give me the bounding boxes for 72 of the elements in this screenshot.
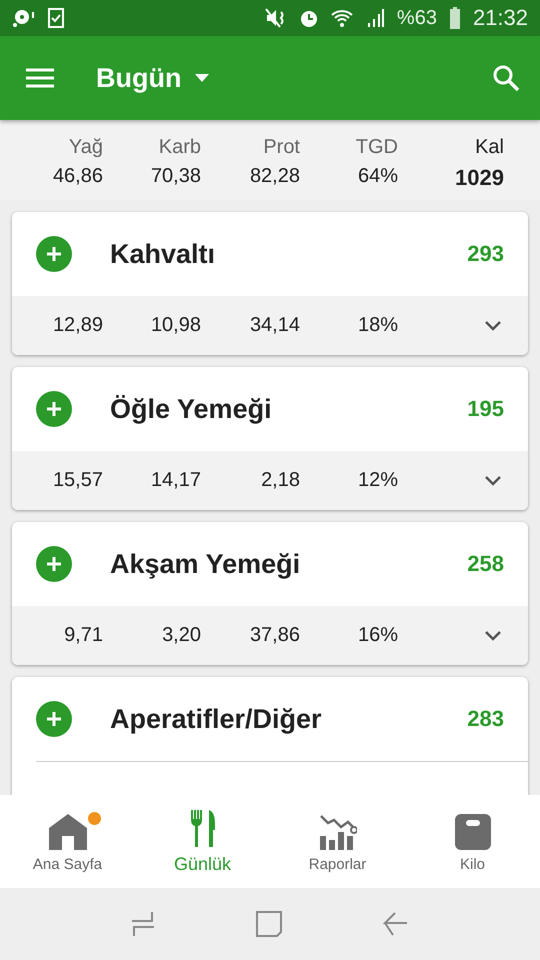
meal-calories: 283 <box>467 706 504 732</box>
wifi-icon <box>330 8 355 28</box>
nutrient-total: 46,86 <box>52 165 103 189</box>
clock: 21:32 <box>472 5 528 31</box>
meal-nutrient-value: 15,57 <box>52 469 103 492</box>
home-button[interactable] <box>256 911 282 937</box>
battery-icon <box>448 7 461 29</box>
recents-button[interactable] <box>130 911 155 937</box>
meal-nutrient-value: 12,89 <box>52 314 103 337</box>
nutrient-total: 82,28 <box>250 165 300 189</box>
meal-nutrient-value: 3,20 <box>162 624 201 647</box>
add-food-button[interactable] <box>36 391 72 427</box>
plus-icon <box>46 556 62 572</box>
dropdown-arrow-icon <box>195 74 210 82</box>
nutrient-total: 70,38 <box>150 165 201 189</box>
search-icon <box>492 64 520 92</box>
plus-icon <box>46 246 62 262</box>
nutrient-label: Yağ <box>68 136 103 159</box>
chart-icon <box>318 814 356 850</box>
meal-nutrient-value: 12% <box>358 469 398 492</box>
scale-icon <box>454 814 490 850</box>
calorie-total: 1029 <box>455 165 504 191</box>
meal-nutrient-value: 9,71 <box>64 624 103 647</box>
nav-tab[interactable]: Raporlar <box>270 795 405 888</box>
meal-calories: 195 <box>467 396 504 422</box>
meal-title: Aperatifler/Diğer <box>110 704 323 734</box>
meal-calories: 293 <box>467 241 504 267</box>
plus-icon <box>46 401 62 417</box>
nutrient-label: TGD <box>356 136 398 159</box>
clipboard-check-icon <box>48 8 64 28</box>
meal-nutrient-value: 18% <box>358 314 398 337</box>
battery-percent: %63 <box>396 6 437 30</box>
chevron-icon <box>484 630 502 641</box>
meal-nutrient-value: 37,86 <box>250 624 300 647</box>
nutrient-total: 64% <box>358 165 398 189</box>
nav-tab[interactable]: Günlük <box>135 795 270 888</box>
nav-tab[interactable]: Kilo <box>405 795 540 888</box>
fork-knife-icon <box>190 810 216 848</box>
meal-nutrient-value: 10,98 <box>150 314 201 337</box>
expand-button[interactable] <box>484 630 502 641</box>
add-food-button[interactable] <box>36 546 72 582</box>
nutrient-label: Prot <box>263 136 300 159</box>
meal-nutrient-value: 14,17 <box>150 469 201 492</box>
meal-title: Kahvaltı <box>110 238 216 270</box>
menu-icon <box>26 68 54 88</box>
search-button[interactable] <box>492 64 520 92</box>
alarm-icon <box>298 8 319 28</box>
expand-button[interactable] <box>484 320 502 331</box>
recents-icon <box>130 911 155 937</box>
signal-icon <box>366 8 385 28</box>
date-dropdown[interactable]: Bugün <box>96 62 210 94</box>
nutrient-label: Karb <box>158 136 201 159</box>
meal-nutrient-value: 2,18 <box>261 469 300 492</box>
meal-title: Akşam Yemeği <box>110 548 302 580</box>
expand-button[interactable] <box>484 475 502 486</box>
chevron-icon <box>484 475 502 486</box>
meal-nutrient-value: 34,14 <box>250 314 300 337</box>
meal-calories: 258 <box>467 551 504 577</box>
back-button[interactable] <box>383 911 410 937</box>
house-icon <box>48 814 86 850</box>
add-food-button[interactable] <box>36 701 72 737</box>
notification-icon <box>12 8 36 28</box>
add-food-button[interactable] <box>36 236 72 272</box>
calorie-label: Kal <box>475 136 504 159</box>
chevron-icon <box>484 320 502 331</box>
home-square-icon <box>256 911 282 937</box>
meal-title: Öğle Yemeği <box>110 394 273 424</box>
meal-nutrient-value: 16% <box>358 624 398 647</box>
nav-tab[interactable]: Ana Sayfa <box>0 795 135 888</box>
menu-button[interactable] <box>26 68 54 88</box>
back-icon <box>383 911 410 937</box>
plus-icon <box>46 711 62 727</box>
